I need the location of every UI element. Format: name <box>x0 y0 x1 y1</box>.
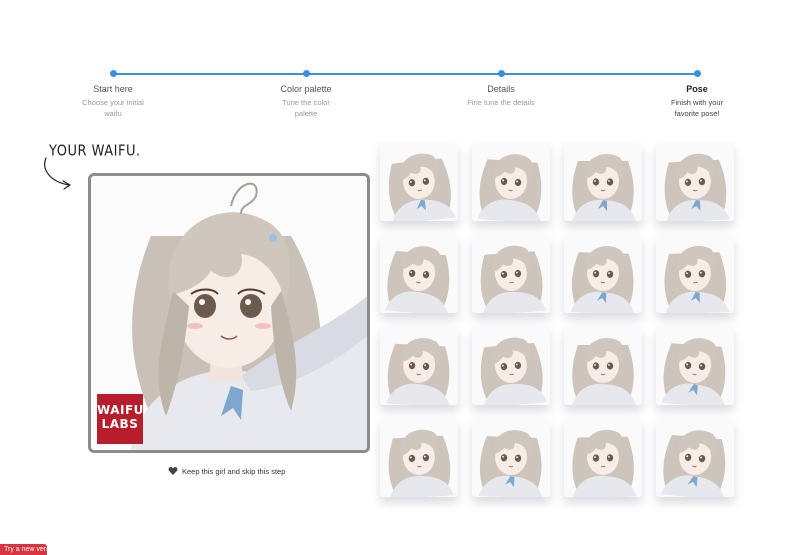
step-start[interactable]: Start here Choose your initial waifu <box>53 83 173 119</box>
pose-thumbnail-illustration <box>572 337 636 405</box>
pose-thumbnail-illustration <box>660 430 726 497</box>
pose-thumbnail-illustration <box>388 153 456 221</box>
logo-line: WAIFU <box>97 403 144 417</box>
step-description: Tune the color palette <box>282 98 330 118</box>
pose-option-thumbnail[interactable] <box>472 235 550 313</box>
step-pose[interactable]: Pose Finish with your favorite pose! <box>637 83 757 119</box>
pose-option-thumbnail[interactable] <box>472 143 550 221</box>
pose-option-thumbnail[interactable] <box>656 143 734 221</box>
pose-thumbnail-illustration <box>384 246 450 313</box>
pose-thumbnail-illustration <box>572 153 636 221</box>
step-title: Start here <box>93 84 133 94</box>
pose-option-thumbnail[interactable] <box>380 143 458 221</box>
progress-stepper: Start here Choose your initial waifu Col… <box>0 0 800 130</box>
curved-arrow-icon <box>44 157 71 190</box>
pose-thumbnail-illustration <box>388 429 454 497</box>
step-title: Details <box>487 84 515 94</box>
pose-thumbnail-illustration <box>664 153 730 221</box>
step-description: Choose your initial waifu <box>82 98 144 118</box>
pose-option-thumbnail[interactable] <box>564 327 642 405</box>
step-dot-color[interactable] <box>303 70 310 77</box>
pose-option-thumbnail[interactable] <box>656 235 734 313</box>
pose-thumbnail-illustration <box>480 245 547 313</box>
pose-option-thumbnail[interactable] <box>656 419 734 497</box>
pose-option-thumbnail[interactable] <box>472 419 550 497</box>
step-dot-details[interactable] <box>498 70 505 77</box>
pose-thumbnail-illustration <box>661 338 726 405</box>
pose-thumbnail-illustration <box>572 429 637 497</box>
pose-option-thumbnail[interactable] <box>380 235 458 313</box>
keep-girl-skip-button[interactable]: Keep this girl and skip this step <box>168 466 285 476</box>
step-description: Fine tune the details <box>467 98 535 107</box>
keep-girl-label: Keep this girl and skip this step <box>182 466 286 476</box>
pose-thumbnail-illustration <box>386 338 450 405</box>
logo-line: LABS <box>101 417 139 431</box>
heart-icon <box>168 467 178 475</box>
step-dot-start[interactable] <box>110 70 117 77</box>
step-description: Finish with your favorite pose! <box>670 98 724 118</box>
pose-thumbnail-illustration <box>480 337 548 405</box>
try-new-version-button[interactable]: Try a new version <box>0 544 47 555</box>
pose-thumbnail-illustration <box>477 154 542 221</box>
stepper-track <box>113 73 697 75</box>
step-color-palette[interactable]: Color palette Tune the color palette <box>246 83 366 119</box>
pose-option-thumbnail[interactable] <box>564 143 642 221</box>
step-dot-pose[interactable] <box>694 70 701 77</box>
pose-option-thumbnail[interactable] <box>472 327 550 405</box>
selected-waifu-portrait: WAIFU LABS <box>88 173 370 453</box>
pose-option-thumbnail[interactable] <box>380 327 458 405</box>
step-title: Color palette <box>280 84 332 94</box>
pose-thumbnail-illustration <box>478 430 543 497</box>
pose-option-thumbnail[interactable] <box>380 419 458 497</box>
pose-option-thumbnail[interactable] <box>564 235 642 313</box>
pose-thumbnail-illustration <box>570 246 635 313</box>
waifu-labs-logo: WAIFU LABS <box>97 394 143 444</box>
pose-thumbnail-illustration <box>664 245 730 313</box>
step-details[interactable]: Details Fine tune the details <box>441 83 561 108</box>
pose-option-thumbnail[interactable] <box>564 419 642 497</box>
step-title: Pose <box>686 84 708 94</box>
pose-option-thumbnail[interactable] <box>656 327 734 405</box>
